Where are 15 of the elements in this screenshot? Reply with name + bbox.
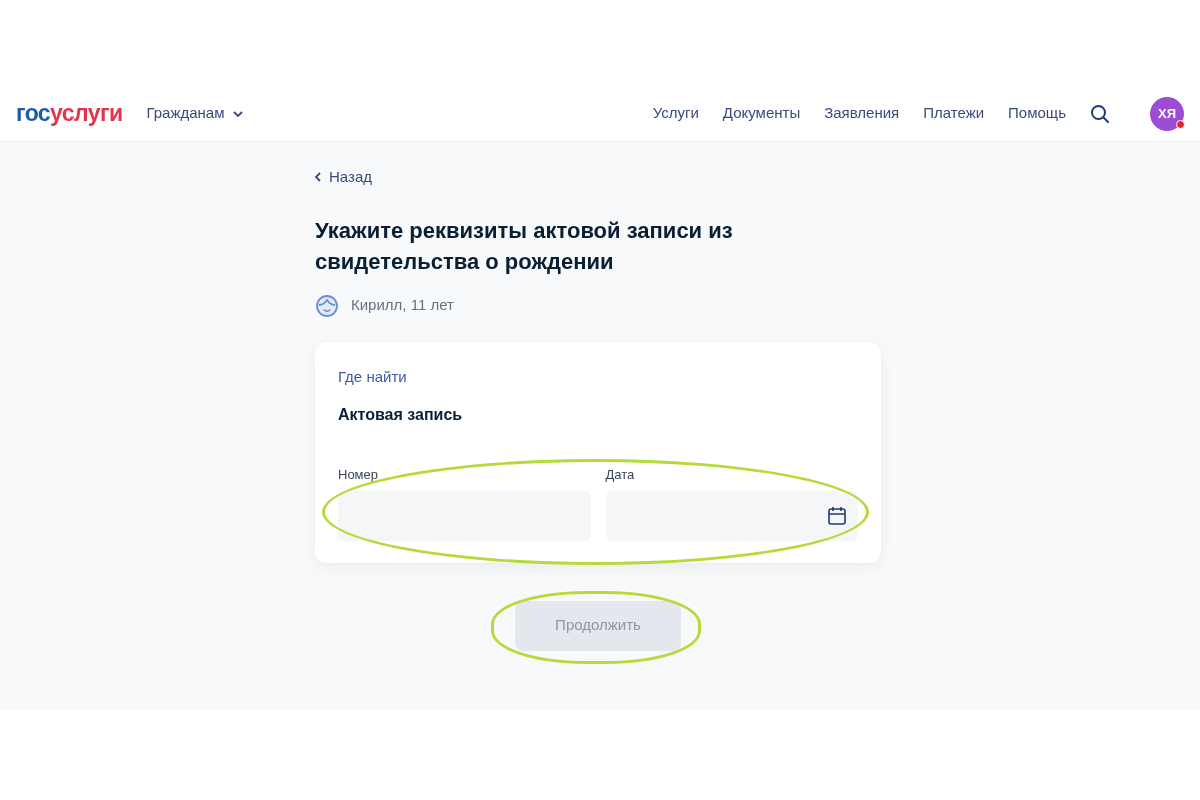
page-title: Укажите реквизиты актовой записи из свидетельства о рождении [315,216,734,276]
user-avatar[interactable]: ХЯ [1150,96,1184,131]
back-link[interactable]: Назад [315,166,881,189]
where-to-find-link[interactable]: Где найти [338,365,858,388]
audience-menu[interactable]: Гражданам [146,102,243,125]
nav-link[interactable]: Заявления [824,102,900,125]
section-title: Актовая запись [338,405,464,425]
nav-link[interactable]: Услуги [652,102,699,125]
nav-link[interactable]: Документы [722,102,801,125]
nav-link[interactable]: Помощь [1008,102,1066,125]
logo[interactable]: госуслуги [16,96,123,131]
nav-link[interactable]: Платежи [923,102,985,125]
field-label: Дата [605,466,636,484]
field-label: Номер [338,466,379,484]
child-name: Кирилл, 11 лет [351,295,454,316]
